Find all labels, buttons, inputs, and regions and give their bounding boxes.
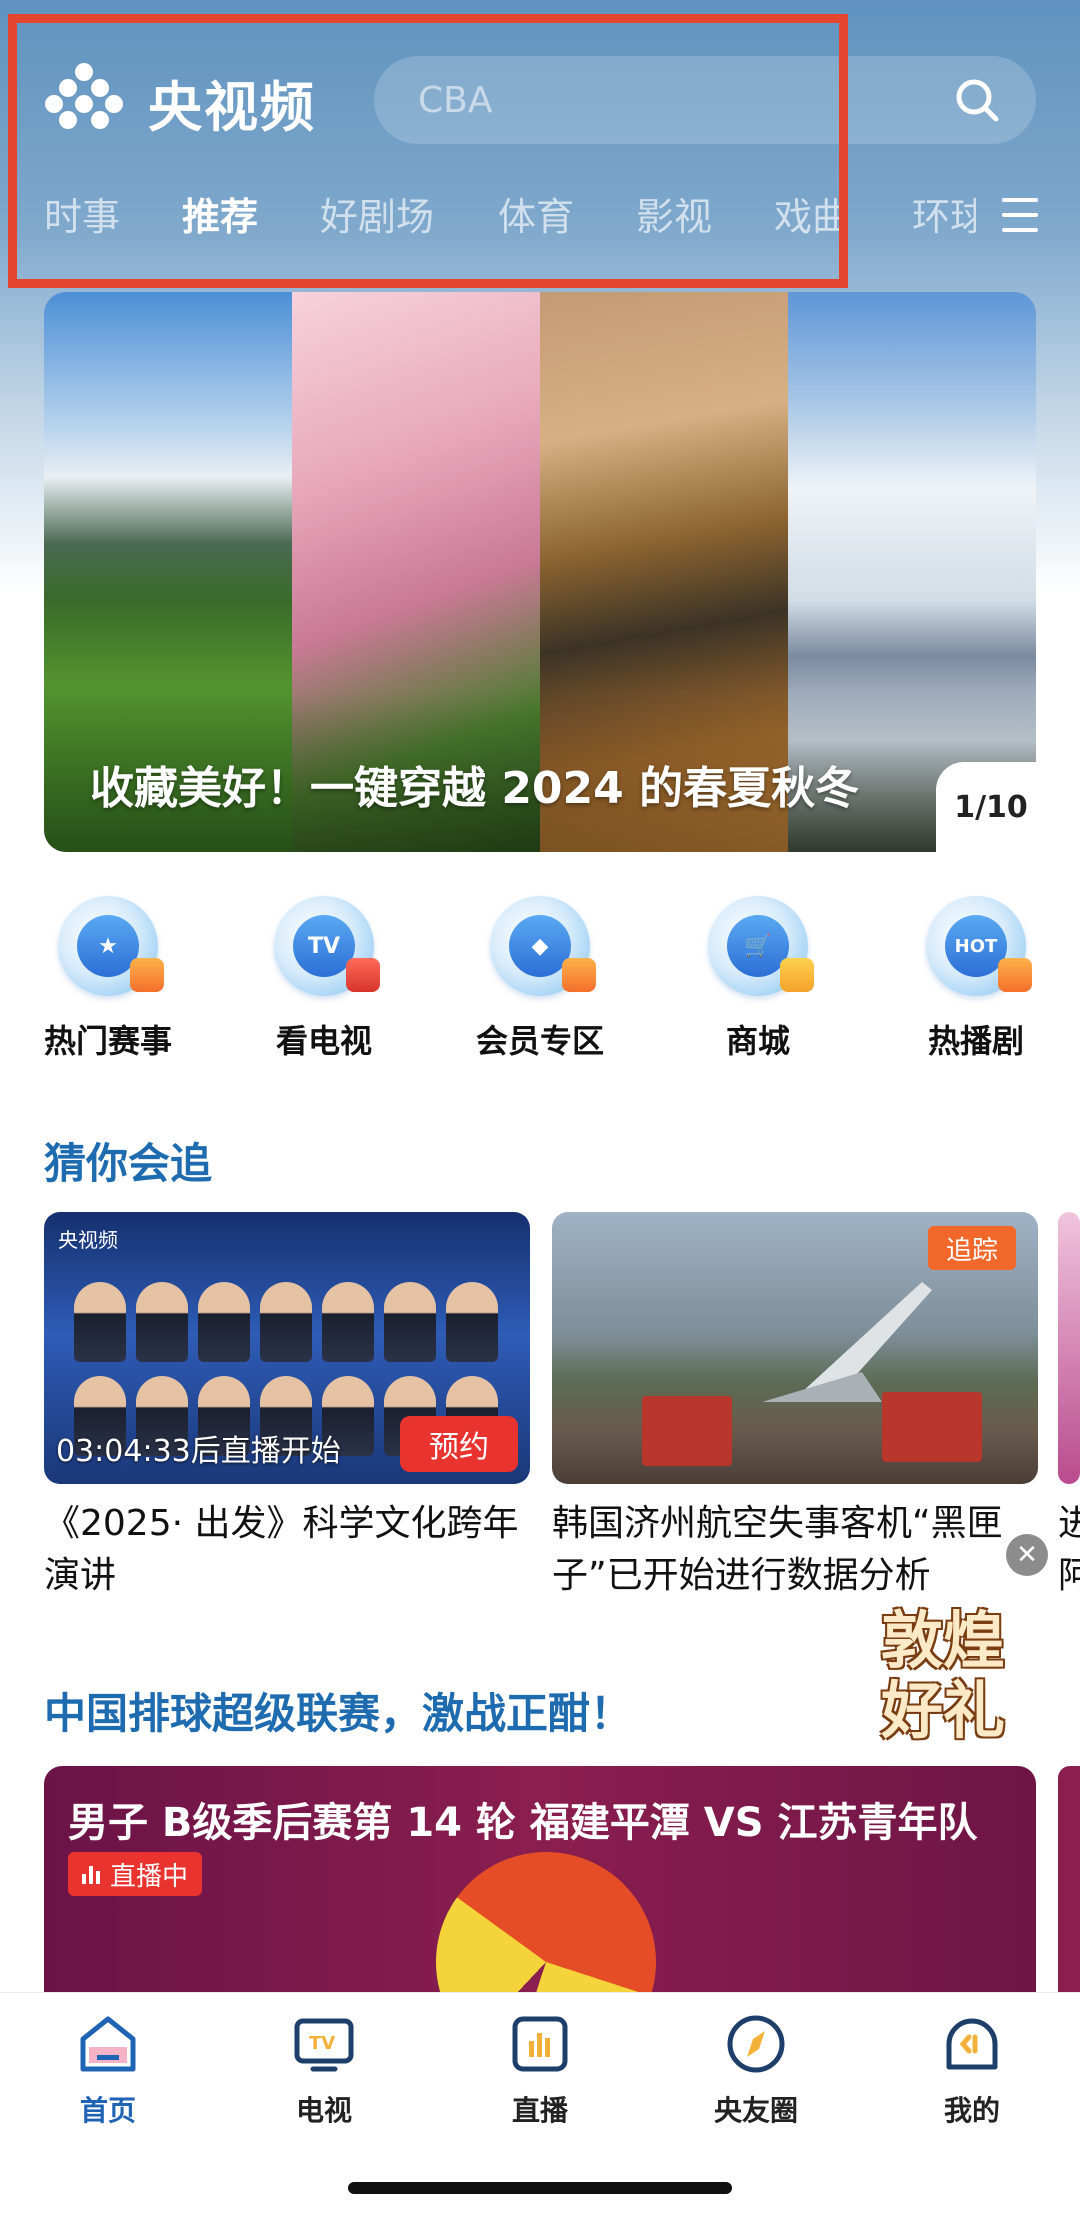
- promo-line-1: 敦煌: [880, 1604, 1005, 1677]
- profile-icon: [946, 2018, 998, 2070]
- nav-label: 电视: [295, 2094, 352, 2127]
- quick-entry-mall[interactable]: 🛒 商城: [668, 896, 848, 1062]
- banner-title: 收藏美好！一键穿越 2024 的春夏秋冬: [90, 763, 860, 814]
- video-thumbnail: 追踪: [552, 1212, 1038, 1484]
- top-header: 央视频 CBA 时事 推荐 好剧场 体育 影视 戏曲 环球: [0, 0, 1080, 290]
- live-status-text: 直播中: [110, 1861, 189, 1892]
- hero-banner[interactable]: 收藏美好！一键穿越 2024 的春夏秋冬: [44, 292, 1036, 852]
- live-match-card-partial[interactable]: [1058, 1766, 1080, 2016]
- promo-line-2: 好礼: [880, 1674, 1005, 1747]
- video-card-partial[interactable]: 进阿: [1058, 1212, 1080, 1602]
- tv-icon: TV: [274, 896, 380, 996]
- plane-wreck-image: [762, 1282, 932, 1402]
- nav-label: 央友圈: [713, 2094, 798, 2127]
- video-card[interactable]: 央视频 03:04:33后直播开始 预约 《2025· 出发》科学文化跨年演讲: [44, 1212, 530, 1602]
- home-indicator[interactable]: [348, 2182, 732, 2194]
- quick-entry-label: 会员专区: [475, 1022, 604, 1060]
- quick-entry-watch-tv[interactable]: TV 看电视: [234, 896, 414, 1062]
- quick-entry-label: 热门赛事: [43, 1022, 172, 1060]
- section-title-guess: 猜你会追: [44, 1139, 213, 1188]
- video-title[interactable]: 进阿: [1058, 1498, 1080, 1602]
- match-title: 男子 B级季后赛第 14 轮 福建平潭 VS 江苏青年队: [68, 1800, 978, 1846]
- video-thumbnail: 央视频 03:04:33后直播开始 预约: [44, 1212, 530, 1484]
- video-thumbnail: [1058, 1212, 1080, 1484]
- compass-icon: [727, 2015, 785, 2073]
- cart-icon: 🛒: [708, 896, 814, 996]
- vip-icon: ◆: [490, 896, 596, 996]
- section-title-volleyball: 中国排球超级联赛，激战正酣！: [44, 1689, 633, 1738]
- home-icon: [80, 2016, 136, 2072]
- track-tag: 追踪: [928, 1226, 1016, 1270]
- nav-live[interactable]: 直播: [460, 2011, 620, 2129]
- tv-icon: TV: [294, 2018, 354, 2072]
- nav-home[interactable]: 首页: [28, 2011, 188, 2129]
- reserve-button[interactable]: 预约: [400, 1416, 518, 1472]
- tab-global[interactable]: 环球: [912, 186, 976, 241]
- hot-icon: HOT: [926, 896, 1032, 996]
- brand-watermark: 央视频: [58, 1228, 118, 1252]
- quick-entry-vip[interactable]: ◆ 会员专区: [450, 896, 630, 1062]
- dunhuang-promo-badge[interactable]: 敦煌 好礼: [858, 1606, 1028, 1756]
- nav-label: 直播: [511, 2094, 568, 2127]
- quick-entry-label: 商城: [725, 1022, 790, 1060]
- live-bars-icon: [82, 1864, 100, 1884]
- live-match-card[interactable]: 男子 B级季后赛第 14 轮 福建平潭 VS 江苏青年队 直播中: [44, 1766, 1036, 2016]
- menu-icon[interactable]: [1002, 198, 1038, 232]
- nav-label: 我的: [943, 2094, 1000, 2127]
- live-icon: [512, 2016, 568, 2072]
- video-card[interactable]: 追踪 韩国济州航空失事客机“黑匣子”已开始进行数据分析: [552, 1212, 1038, 1602]
- video-title[interactable]: 《2025· 出发》科学文化跨年演讲: [44, 1498, 530, 1602]
- search-icon[interactable]: [952, 75, 1002, 125]
- video-title[interactable]: 韩国济州航空失事客机“黑匣子”已开始进行数据分析: [552, 1498, 1038, 1602]
- live-countdown: 03:04:33后直播开始: [56, 1434, 341, 1469]
- nav-tv[interactable]: TV 电视: [244, 2011, 404, 2129]
- nav-profile[interactable]: 我的: [892, 2011, 1052, 2129]
- close-icon[interactable]: ✕: [1006, 1534, 1048, 1576]
- live-status-badge: 直播中: [68, 1852, 203, 1896]
- quick-entry-label: 看电视: [275, 1022, 372, 1060]
- banner-counter: 1/10: [936, 762, 1046, 852]
- fire-truck: [642, 1396, 732, 1466]
- highlight-box: [8, 14, 848, 288]
- nav-label: 首页: [79, 2094, 136, 2127]
- trophy-icon: ★: [58, 896, 164, 996]
- quick-entry-hot-events[interactable]: ★ 热门赛事: [18, 896, 198, 1062]
- nav-circle[interactable]: 央友圈: [676, 2011, 836, 2129]
- fire-truck: [882, 1392, 982, 1462]
- quick-entry-label: 热播剧: [927, 1022, 1024, 1060]
- svg-text:TV: TV: [309, 2033, 335, 2054]
- quick-entry-hot-drama[interactable]: HOT 热播剧: [886, 896, 1066, 1062]
